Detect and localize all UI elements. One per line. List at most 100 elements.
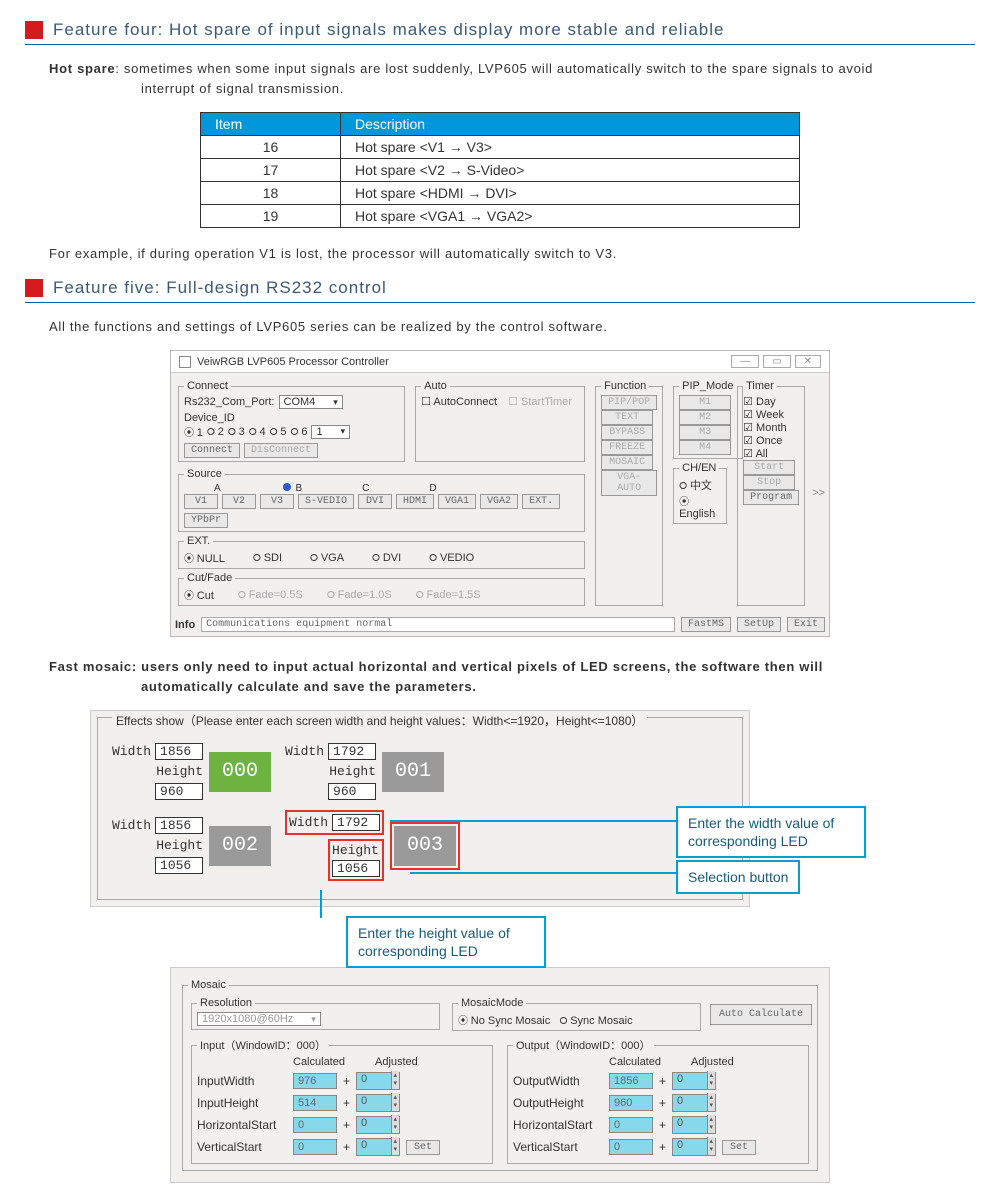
autoconnect-check[interactable]: ☐ AutoConnect <box>421 395 497 408</box>
device-id-label: Device_ID <box>184 412 235 424</box>
bypass-button[interactable]: BYPASS <box>601 425 653 440</box>
mosaic-button[interactable]: MOSAIC <box>601 455 653 470</box>
fade05-radio[interactable]: Fade=0.5S <box>238 589 303 601</box>
text-button[interactable]: TEXT <box>601 410 653 425</box>
starttimer-check[interactable]: ☐ StartTimer <box>508 395 572 408</box>
ext-null[interactable]: NULL <box>184 550 225 565</box>
lang-en[interactable]: English <box>679 496 715 520</box>
output-group: Output（WindowID：000） CalculatedAdjusted … <box>507 1037 809 1164</box>
height-input[interactable]: 1056 <box>332 860 380 877</box>
outputheight-row: OutputHeight960 + 0 <box>513 1094 803 1112</box>
ext-sdi[interactable]: SDI <box>253 552 282 564</box>
timer-start[interactable]: Start <box>743 460 795 475</box>
adj-spinner[interactable]: 0 <box>356 1138 400 1156</box>
device-id-3[interactable]: 3 <box>228 426 245 438</box>
device-id-6[interactable]: 6 <box>291 426 308 438</box>
screen-select-002[interactable]: 002 <box>209 826 271 866</box>
device-id-combo[interactable]: 1 <box>311 425 350 439</box>
screen-select-000[interactable]: 000 <box>209 752 271 792</box>
width-input[interactable]: 1792 <box>332 814 380 831</box>
nosync-radio[interactable]: No Sync Mosaic <box>458 1015 550 1027</box>
m3-button[interactable]: M3 <box>679 425 731 440</box>
ext-vga[interactable]: VGA <box>310 552 344 564</box>
screen-select-003[interactable]: 003 <box>394 826 456 866</box>
freeze-button[interactable]: FREEZE <box>601 440 653 455</box>
adj-spinner[interactable]: 0 <box>356 1094 400 1112</box>
device-id-5[interactable]: 5 <box>270 426 287 438</box>
auto-group: Auto ☐ AutoConnect ☐ StartTimer <box>415 380 585 462</box>
timer-stop[interactable]: Stop <box>743 475 795 490</box>
source-v3[interactable]: V3 <box>260 494 294 509</box>
height-input[interactable]: 960 <box>155 783 203 800</box>
connect-button[interactable]: Connect <box>184 443 240 458</box>
feature4-header: Feature four: Hot spare of input signals… <box>25 20 975 40</box>
hotspare-term: Hot spare <box>49 61 115 76</box>
minimize-icon[interactable]: — <box>731 355 759 368</box>
device-id-4[interactable]: 4 <box>249 426 266 438</box>
width-input[interactable]: 1792 <box>328 743 376 760</box>
callout-line <box>410 872 676 874</box>
source-svedio[interactable]: S-VEDIO <box>298 494 354 509</box>
screen-select-001[interactable]: 001 <box>382 752 444 792</box>
fastms-button[interactable]: FastMS <box>681 617 731 632</box>
device-id-2[interactable]: 2 <box>207 426 224 438</box>
exit-button[interactable]: Exit <box>787 617 825 632</box>
set-button[interactable]: Set <box>722 1140 756 1155</box>
fade10-radio[interactable]: Fade=1.0S <box>327 589 392 601</box>
device-id-1[interactable]: 1 <box>184 424 203 439</box>
source-vga1[interactable]: VGA1 <box>438 494 476 509</box>
adj-spinner[interactable]: 0 <box>672 1116 716 1134</box>
adj-spinner[interactable]: 0 <box>672 1072 716 1090</box>
timer-month[interactable]: Month <box>743 422 787 434</box>
expand-arrow-icon[interactable]: >> <box>812 487 825 499</box>
adj-spinner[interactable]: 0 <box>672 1138 716 1156</box>
width-input[interactable]: 1856 <box>155 743 203 760</box>
window-title: VeiwRGB LVP605 Processor Controller <box>197 356 389 368</box>
com-port-select[interactable]: COM4 <box>279 395 343 409</box>
width-input[interactable]: 1856 <box>155 817 203 834</box>
setup-button[interactable]: SetUp <box>737 617 781 632</box>
ext-dvi[interactable]: DVI <box>372 552 401 564</box>
resolution-select[interactable]: 1920x1080@60Hz <box>197 1012 321 1026</box>
source-vga2[interactable]: VGA2 <box>480 494 518 509</box>
source-dvi[interactable]: DVI <box>358 494 392 509</box>
adj-spinner[interactable]: 0 <box>672 1094 716 1112</box>
set-button[interactable]: Set <box>406 1140 440 1155</box>
maximize-icon[interactable]: ▭ <box>763 355 790 368</box>
timer-once[interactable]: Once <box>743 435 782 447</box>
height-input[interactable]: 1056 <box>155 857 203 874</box>
sync-radio[interactable]: Sync Mosaic <box>559 1015 632 1027</box>
m2-button[interactable]: M2 <box>679 410 731 425</box>
vgaauto-button[interactable]: VGA-AUTO <box>601 470 657 496</box>
feature5-header: Feature five: Full-design RS232 control <box>25 278 975 298</box>
titlebar: VeiwRGB LVP605 Processor Controller — ▭ … <box>171 351 829 373</box>
source-v2[interactable]: V2 <box>222 494 256 509</box>
adj-spinner[interactable]: 0 <box>356 1116 400 1134</box>
timer-program[interactable]: Program <box>743 490 799 505</box>
intro-line2: interrupt of signal transmission. <box>141 81 344 96</box>
height-input[interactable]: 960 <box>328 783 376 800</box>
source-ypbpr[interactable]: YPbPr <box>184 513 228 528</box>
source-hdmi[interactable]: HDMI <box>396 494 434 509</box>
autocalc-button[interactable]: Auto Calculate <box>710 1004 812 1025</box>
pippop-button[interactable]: PIP/POP <box>601 395 657 410</box>
cut-radio[interactable]: Cut <box>184 587 214 602</box>
timer-week[interactable]: Week <box>743 409 784 421</box>
screen-000: Width1856 Height 960 000 <box>112 743 271 800</box>
fade15-radio[interactable]: Fade=1.5S <box>416 589 481 601</box>
close-icon[interactable]: ✕ <box>795 355 821 368</box>
ext-vedio[interactable]: VEDIO <box>429 552 474 564</box>
fastmosaic-line2: automatically calculate and save the par… <box>141 679 477 694</box>
timer-day[interactable]: Day <box>743 396 775 408</box>
m1-button[interactable]: M1 <box>679 395 731 410</box>
table-row: 16Hot spare <V1 → V3> <box>201 136 800 159</box>
m4-button[interactable]: M4 <box>679 440 731 455</box>
lang-cn[interactable]: 中文 <box>679 480 712 492</box>
disconnect-button[interactable]: DisConnect <box>244 443 318 458</box>
adj-spinner[interactable]: 0 <box>356 1072 400 1090</box>
inputwidth-row: InputWidth976 + 0 <box>197 1072 487 1090</box>
source-ext[interactable]: EXT. <box>522 494 560 509</box>
timer-all[interactable]: All <box>743 448 768 460</box>
source-v1[interactable]: V1 <box>184 494 218 509</box>
source-group: Source A B C D V1 V2 V3 S-VEDIO DVI HDMI… <box>178 468 585 532</box>
